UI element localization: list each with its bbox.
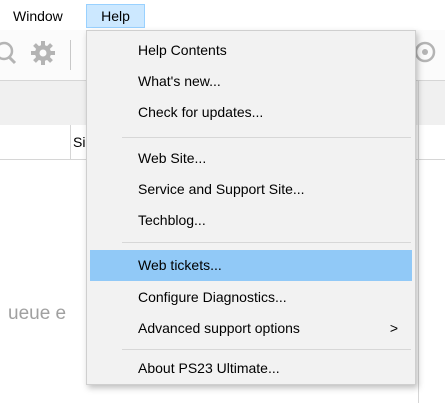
toolbar-divider [70,40,71,70]
menu-item-label: Check for updates... [138,104,264,120]
menu-help[interactable]: Help [86,4,145,28]
menu-item-label: Help Contents [138,42,227,58]
menu-item-techblog[interactable]: Techblog... [90,205,412,236]
menu-item-about[interactable]: About PS23 Ultimate... [90,353,412,384]
menu-bar: Window Help [0,0,445,30]
menu-item-label: What's new... [138,73,221,89]
menu-item-label: Web Site... [138,150,207,166]
menu-separator [122,242,411,243]
menu-item-help-contents[interactable]: Help Contents [90,35,412,66]
menu-item-web-tickets[interactable]: Web tickets... [90,250,412,281]
menu-item-label: Web tickets... [138,257,222,273]
chevron-right-icon: > [389,320,398,336]
menu-item-label: Service and Support Site... [138,181,305,197]
menu-item-advanced-support-options[interactable]: Advanced support options > [90,313,412,344]
menu-item-label: About PS23 Ultimate... [138,360,280,376]
magnifier-icon[interactable] [0,38,20,68]
panel-edge [418,80,419,403]
menu-item-label: Configure Diagnostics... [138,289,287,305]
menu-item-check-for-updates[interactable]: Check for updates... [90,97,412,128]
column-separator [70,125,71,159]
column-header-label: Si [73,134,86,150]
queue-empty-text: ueue e [8,303,67,324]
menu-item-web-site[interactable]: Web Site... [90,143,412,174]
menu-item-label: Techblog... [138,212,206,228]
menu-separator [122,137,411,138]
gear-icon[interactable] [28,38,58,68]
help-dropdown-menu: Help Contents What's new... Check for up… [86,30,416,385]
menu-separator [122,349,411,350]
menu-item-configure-diagnostics[interactable]: Configure Diagnostics... [90,282,412,313]
menu-item-label: Advanced support options [138,320,300,336]
menu-item-service-support-site[interactable]: Service and Support Site... [90,174,412,205]
menu-item-whats-new[interactable]: What's new... [90,66,412,97]
menu-window[interactable]: Window [7,4,69,28]
